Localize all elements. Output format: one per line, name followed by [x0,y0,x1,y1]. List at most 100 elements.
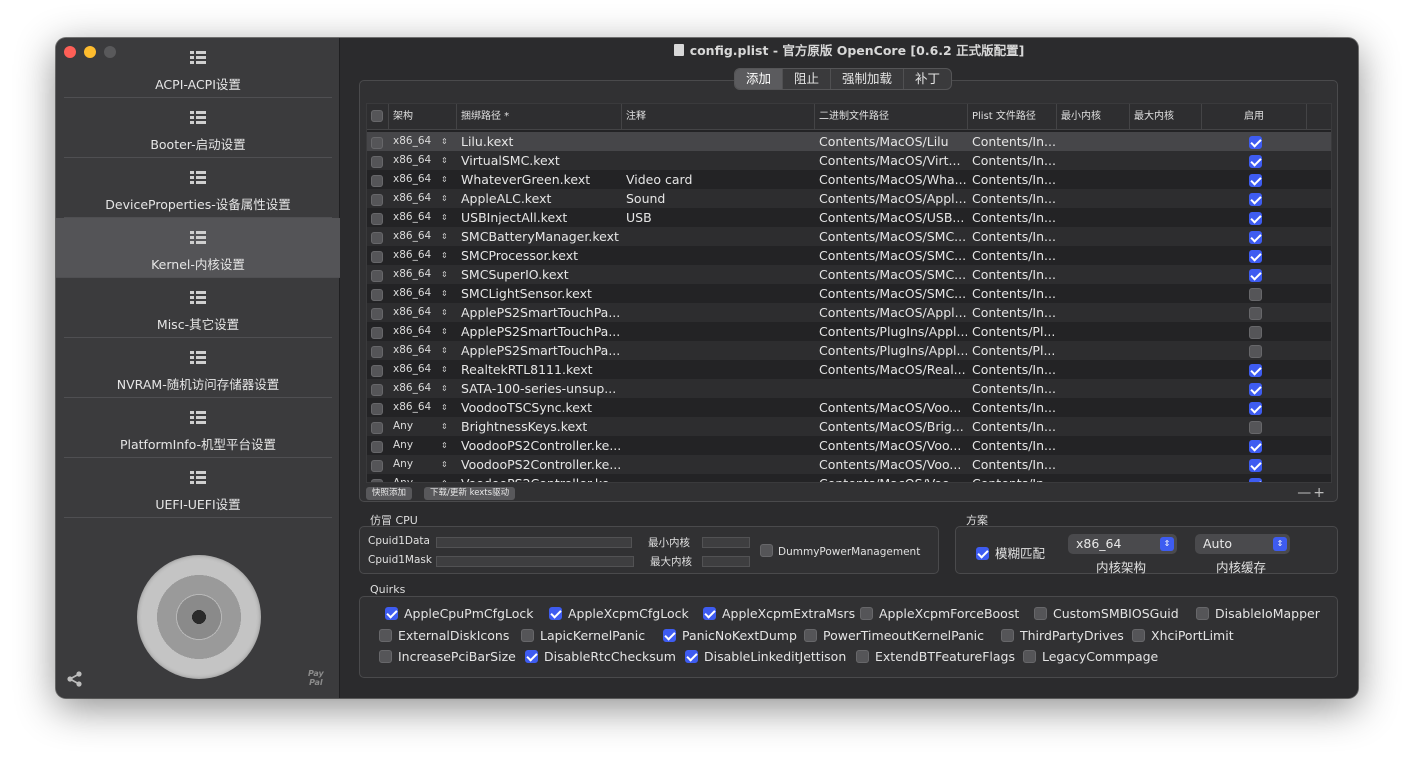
enabled-checkbox[interactable] [1249,417,1265,436]
executable-path-cell[interactable]: Contents/MacOS/Voo... [819,436,967,455]
bundle-path-cell[interactable]: VoodooPS2Controller.ke... [461,436,621,455]
row-select-checkbox[interactable] [371,151,387,170]
plist-path-cell[interactable]: Contents/In... [972,151,1056,170]
chevron-updown-icon[interactable]: ⇕ [441,341,451,360]
checkbox[interactable] [1001,629,1014,642]
table-row[interactable]: x86_64 ⇕ SMCProcessor.kext Contents/MacOS/S… [367,246,1331,265]
header-max-kernel[interactable]: 最大内核 [1130,104,1202,130]
checkbox[interactable] [549,607,562,620]
table-row[interactable]: x86_64 ⇕ VirtualSMC.kext Contents/MacOS/Vir… [367,151,1331,170]
row-select-checkbox[interactable] [371,189,387,208]
emulate-max-kernel-field[interactable] [702,556,750,567]
checkbox[interactable] [703,607,716,620]
arch-cell[interactable]: Any [393,474,437,482]
sidebar-item-5[interactable]: NVRAM-随机访问存储器设置 [64,338,332,398]
chevron-updown-icon[interactable]: ⇕ [441,132,451,151]
row-select-checkbox[interactable] [371,455,387,474]
enabled-checkbox[interactable] [1249,246,1265,265]
executable-path-cell[interactable]: Contents/MacOS/SMC... [819,246,967,265]
row-select-checkbox[interactable] [371,303,387,322]
plist-path-cell[interactable]: Contents/In... [972,284,1056,303]
checkbox[interactable] [379,650,392,663]
bundle-path-cell[interactable]: VoodooTSCSync.kext [461,398,621,417]
snapshot-add-button[interactable]: 快照添加 [366,487,413,500]
quirk-checkbox[interactable]: ExtendBTFeatureFlags [856,649,1015,665]
executable-path-cell[interactable]: Contents/MacOS/Voo... [819,398,967,417]
header-bundle-path[interactable]: 捆绑路径 * [457,104,622,130]
tab-0[interactable]: 添加 [735,69,784,89]
quirk-checkbox[interactable]: AppleCpuPmCfgLock [385,606,533,622]
table-row[interactable]: x86_64 ⇕ ApplePS2SmartTouchPa... Contents/P… [367,341,1331,360]
chevron-updown-icon[interactable]: ⇕ [441,398,451,417]
enabled-checkbox[interactable] [1249,398,1265,417]
executable-path-cell[interactable]: Contents/MacOS/Virt... [819,151,967,170]
bundle-path-cell[interactable]: AppleALC.kext [461,189,621,208]
row-select-checkbox[interactable] [371,417,387,436]
quirk-checkbox[interactable]: AppleXcpmCfgLock [549,606,689,622]
share-icon[interactable] [66,670,84,688]
executable-path-cell[interactable]: Contents/MacOS/SMC... [819,284,967,303]
bundle-path-cell[interactable]: VoodooPS2Controller.ke... [461,474,621,482]
sidebar-item-6[interactable]: PlatformInfo-机型平台设置 [64,398,332,458]
checkbox[interactable] [1196,607,1209,620]
table-row[interactable]: Any⇕ VoodooPS2Controller.ke... Contents/Ma… [367,436,1331,455]
sidebar-item-7[interactable]: UEFI-UEFI设置 [64,458,332,518]
row-select-checkbox[interactable] [371,208,387,227]
sidebar-item-3[interactable]: Kernel-内核设置 [56,218,340,278]
arch-cell[interactable]: x86_64 [393,151,437,170]
checkbox[interactable] [1023,650,1036,663]
enabled-checkbox[interactable] [1249,341,1265,360]
checkbox[interactable] [1034,607,1047,620]
emulate-min-kernel-field[interactable] [702,537,750,548]
plist-path-cell[interactable]: Contents/Pl... [972,341,1056,360]
arch-cell[interactable]: Any [393,455,437,474]
checkbox[interactable] [860,607,873,620]
table-row[interactable]: x86_64 ⇕ Lilu.kext Contents/MacOS/Lilu Conte… [367,132,1331,151]
bundle-path-cell[interactable]: ApplePS2SmartTouchPa... [461,303,621,322]
checkbox[interactable] [525,650,538,663]
bundle-path-cell[interactable]: ApplePS2SmartTouchPa... [461,341,621,360]
enabled-checkbox[interactable] [1249,303,1265,322]
plist-path-cell[interactable]: Contents/Pl... [972,322,1056,341]
checkbox[interactable] [379,629,392,642]
row-select-checkbox[interactable] [371,341,387,360]
row-select-checkbox[interactable] [371,132,387,151]
executable-path-cell[interactable]: Contents/MacOS/SMC... [819,265,967,284]
executable-path-cell[interactable]: Contents/MacOS/SMC... [819,227,967,246]
table-row[interactable]: x86_64 ⇕ RealtekRTL8111.kext Contents/MacOS… [367,360,1331,379]
arch-cell[interactable]: Any [393,417,437,436]
table-row[interactable]: Any⇕ VoodooPS2Controller.ke... Contents/Ma… [367,455,1331,474]
table-row[interactable]: x86_64 ⇕ SMCBatteryManager.kext Contents/Ma… [367,227,1331,246]
enabled-checkbox[interactable] [1249,227,1265,246]
arch-cell[interactable]: x86_64 [393,398,437,417]
arch-cell[interactable]: x86_64 [393,341,437,360]
arch-cell[interactable]: x86_64 [393,246,437,265]
arch-cell[interactable]: x86_64 [393,284,437,303]
bundle-path-cell[interactable]: Lilu.kext [461,132,621,151]
comment-cell[interactable]: Sound [626,189,811,208]
plist-path-cell[interactable]: Contents/In... [972,189,1056,208]
plist-path-cell[interactable]: Contents/In... [972,227,1056,246]
table-row[interactable]: x86_64 ⇕ AppleALC.kext Sound Contents/MacOS/… [367,189,1331,208]
arch-cell[interactable]: x86_64 [393,322,437,341]
comment-cell[interactable]: USB [626,208,811,227]
tab-3[interactable]: 补丁 [904,69,951,89]
executable-path-cell[interactable]: Contents/PlugIns/Appl... [819,341,967,360]
executable-path-cell[interactable]: Contents/MacOS/USB... [819,208,967,227]
sidebar-item-1[interactable]: Booter-启动设置 [64,98,332,158]
executable-path-cell[interactable]: Contents/MacOS/Appl... [819,303,967,322]
sidebar-item-4[interactable]: Misc-其它设置 [64,278,332,338]
kernel-arch-popup[interactable]: x86_64 ⇕ [1068,534,1177,554]
plist-path-cell[interactable]: Contents/In... [972,170,1056,189]
plist-path-cell[interactable]: Contents/In... [972,379,1056,398]
executable-path-cell[interactable]: Contents/MacOS/Voo... [819,455,967,474]
executable-path-cell[interactable]: Contents/MacOS/Appl... [819,189,967,208]
bundle-path-cell[interactable]: SMCProcessor.kext [461,246,621,265]
row-select-checkbox[interactable] [371,322,387,341]
enabled-checkbox[interactable] [1249,360,1265,379]
enabled-checkbox[interactable] [1249,322,1265,341]
bundle-path-cell[interactable]: SMCLightSensor.kext [461,284,621,303]
row-select-checkbox[interactable] [371,246,387,265]
sidebar-item-2[interactable]: DeviceProperties-设备属性设置 [64,158,332,218]
row-select-checkbox[interactable] [371,474,387,482]
